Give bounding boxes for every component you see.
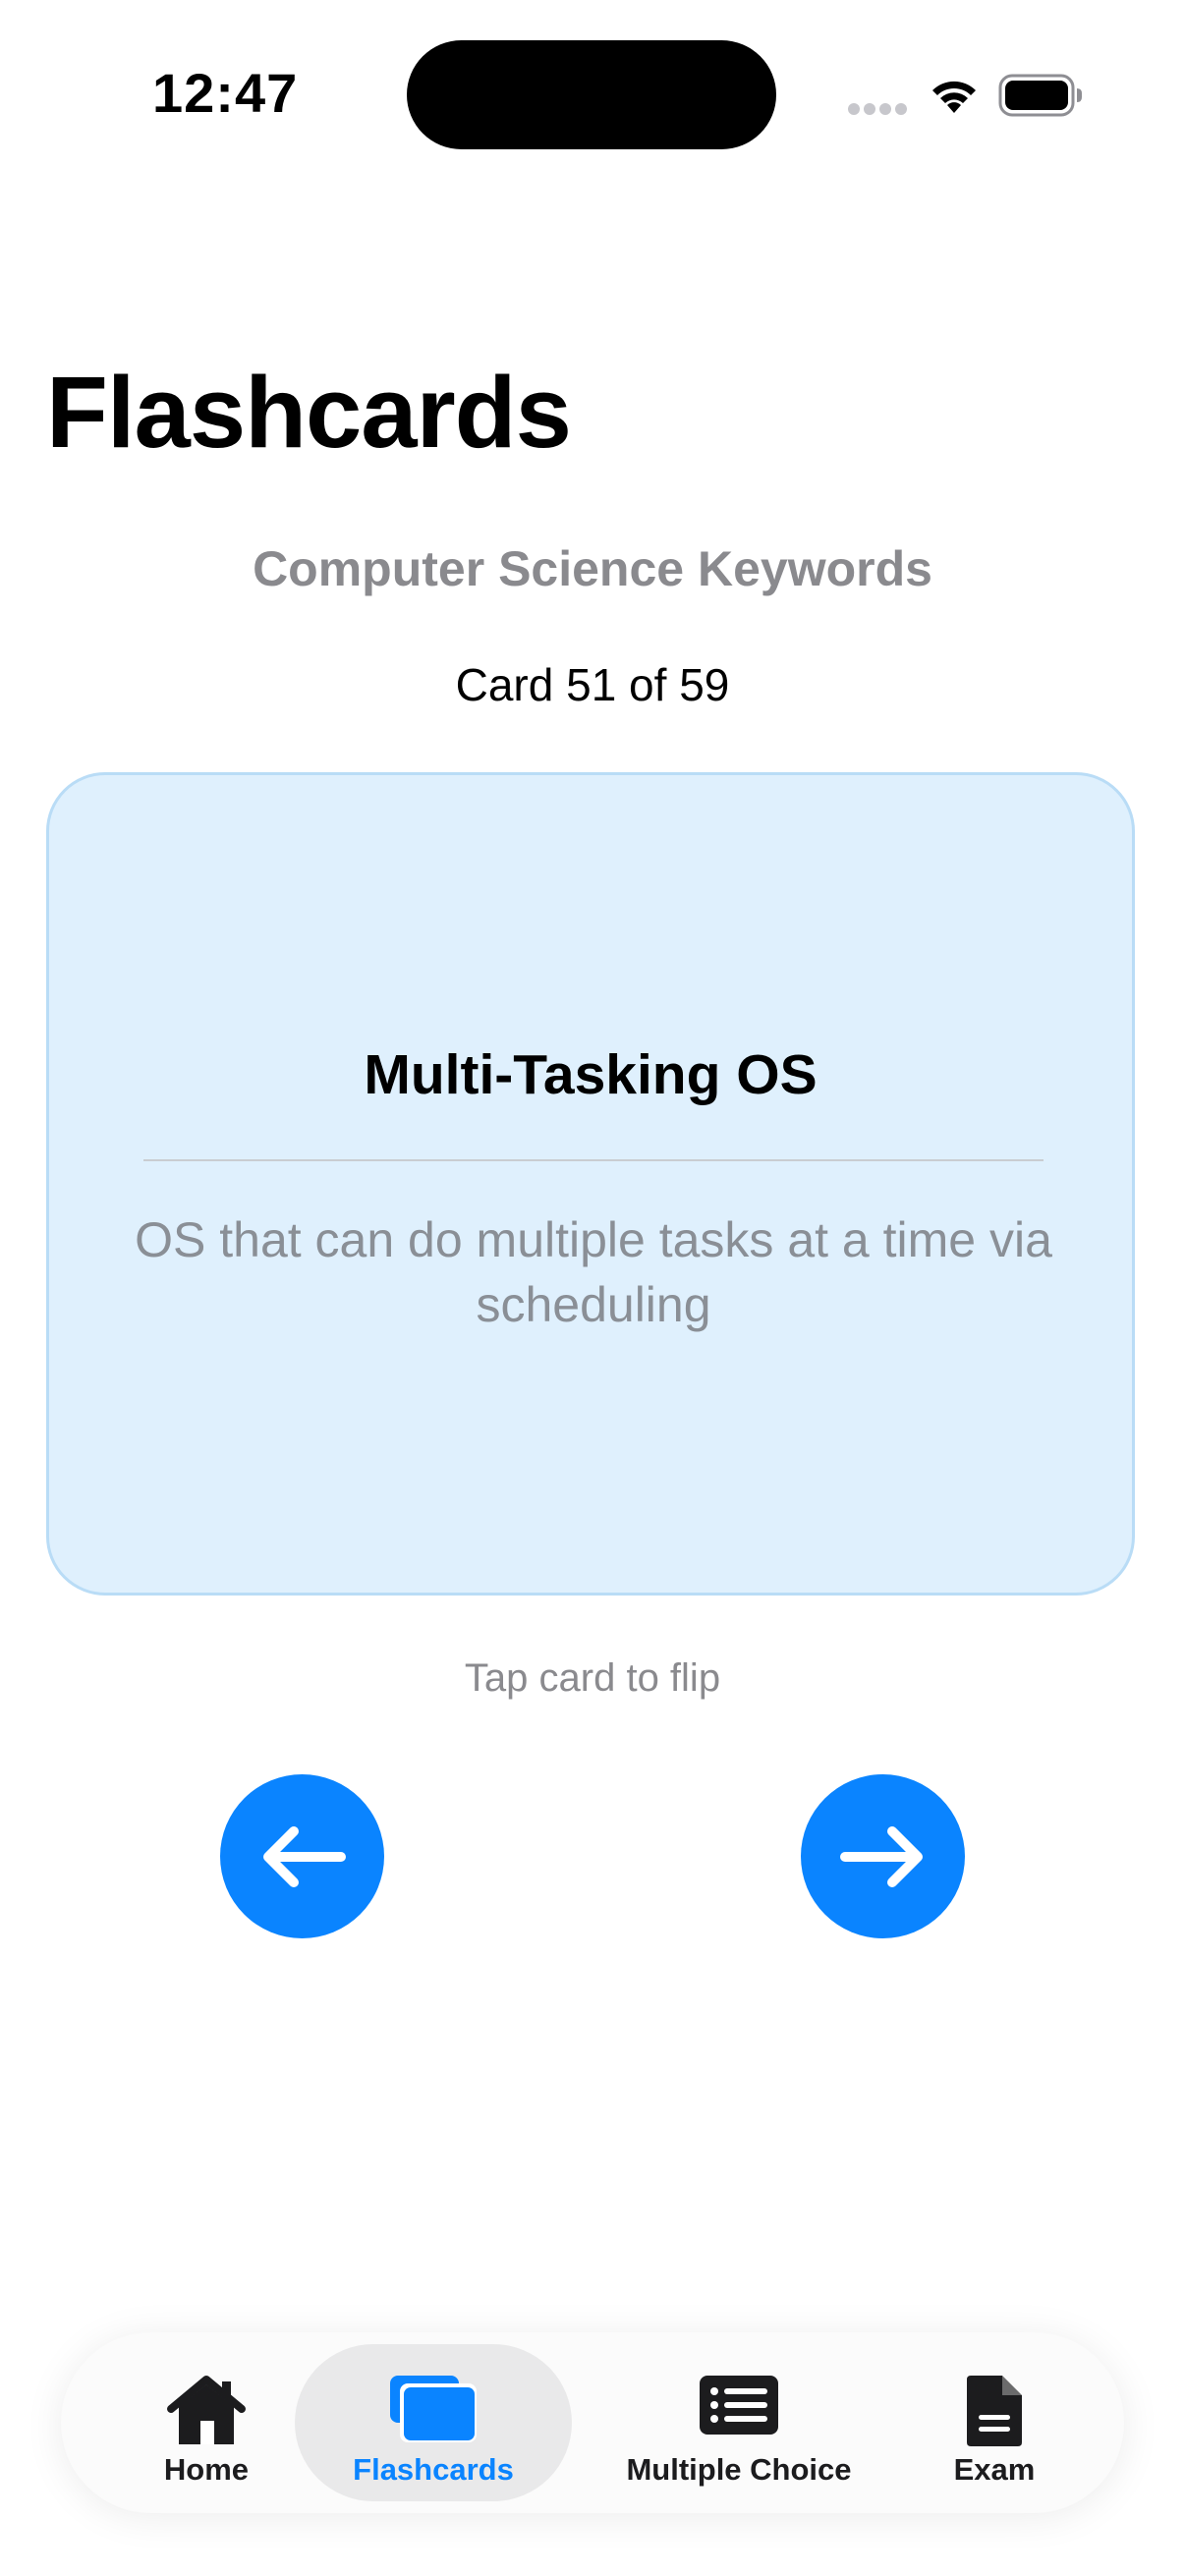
- tab-multiple-choice[interactable]: Multiple Choice: [592, 2344, 886, 2501]
- card-term: Multi-Tasking OS: [364, 1043, 818, 1106]
- tab-flashcards-label: Flashcards: [353, 2452, 514, 2487]
- tab-flashcards[interactable]: Flashcards: [295, 2344, 572, 2501]
- card-counter: Card 51 of 59: [455, 659, 730, 710]
- card-definition: OS that can do multiple tasks at a time …: [135, 1212, 1052, 1332]
- previous-card-button[interactable]: [220, 1774, 384, 1938]
- cards-icon: [390, 2376, 477, 2442]
- flip-hint: Tap card to flip: [464, 1656, 721, 1700]
- arrow-left-icon: [262, 1825, 346, 1887]
- tab-home-label: Home: [163, 2452, 250, 2487]
- battery-icon: [998, 74, 1082, 117]
- tab-home[interactable]: Home: [130, 2344, 283, 2501]
- page-title: Flashcards: [46, 356, 572, 469]
- wifi-icon: [932, 81, 976, 113]
- flashcard[interactable]: Multi-Tasking OS OS that can do multiple…: [46, 772, 1135, 1596]
- tab-exam[interactable]: Exam: [926, 2344, 1063, 2501]
- next-card-button[interactable]: [801, 1774, 965, 1938]
- arrow-right-icon: [839, 1825, 923, 1887]
- tab-multiple-choice-label: Multiple Choice: [626, 2452, 852, 2487]
- house-icon: [167, 2376, 246, 2444]
- status-bar: 12:47: [0, 0, 1185, 196]
- cellular-signal-icon: [848, 103, 907, 115]
- deck-name: Computer Science Keywords: [253, 541, 932, 596]
- status-time: 12:47: [152, 62, 299, 124]
- dynamic-island: [407, 40, 776, 149]
- tab-exam-label: Exam: [953, 2452, 1036, 2487]
- document-icon: [967, 2376, 1022, 2446]
- list-icon: [700, 2376, 778, 2435]
- tab-bar: Home Flashcards Multiple Choice Exam: [61, 2332, 1124, 2513]
- card-divider: [143, 1159, 1044, 1161]
